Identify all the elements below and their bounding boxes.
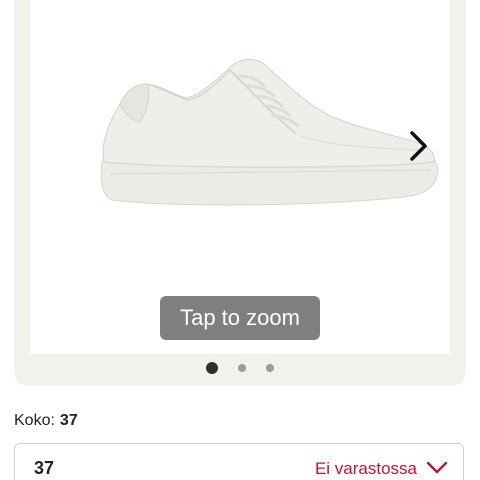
- product-image[interactable]: [90, 50, 450, 220]
- gallery-pagination: [0, 361, 480, 375]
- pagination-dot-1[interactable]: [206, 362, 218, 374]
- pagination-dot-2[interactable]: [238, 364, 246, 372]
- next-image-button[interactable]: [402, 126, 436, 166]
- chevron-right-icon: [410, 131, 427, 161]
- selected-size-value: 37: [59, 412, 78, 429]
- chevron-down-icon: [426, 461, 448, 474]
- size-label-row: Koko: 37: [14, 412, 78, 430]
- tap-to-zoom-hint[interactable]: Tap to zoom: [160, 296, 320, 340]
- pagination-dot-3[interactable]: [266, 364, 274, 372]
- product-page: Tap to zoom Koko: 37 37 Ei varastossa: [0, 0, 480, 480]
- size-dropdown[interactable]: 37 Ei varastossa: [14, 443, 464, 480]
- size-dropdown-value: 37: [34, 458, 55, 478]
- size-label: Koko:: [14, 412, 55, 429]
- stock-status: Ei varastossa: [314, 459, 417, 478]
